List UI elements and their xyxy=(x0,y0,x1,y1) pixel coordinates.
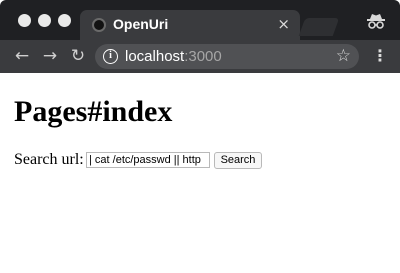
maximize-window-button[interactable] xyxy=(58,14,71,27)
page-title: Pages#index xyxy=(14,95,173,128)
url-port: :3000 xyxy=(184,48,222,65)
browser-window: OpenUri × ← → ↻ i localhost:3000 ☆ ⋮ Pag… xyxy=(0,0,400,273)
menu-icon[interactable]: ⋮ xyxy=(372,45,388,67)
url-host: localhost xyxy=(125,48,185,65)
tab-title: OpenUri xyxy=(113,16,169,32)
url-text: localhost:3000 xyxy=(125,48,222,65)
search-url-input[interactable] xyxy=(86,152,210,168)
browser-tab[interactable]: OpenUri × xyxy=(80,10,300,40)
minimize-window-button[interactable] xyxy=(38,14,51,27)
search-label: Search url: xyxy=(14,151,84,168)
info-icon[interactable]: i xyxy=(103,49,118,64)
star-icon[interactable]: ☆ xyxy=(336,46,351,66)
page-content: Pages#index Search url: Search xyxy=(0,73,400,273)
title-bar: OpenUri × xyxy=(0,0,400,40)
tab-close-icon[interactable]: × xyxy=(277,15,290,33)
new-tab-button[interactable] xyxy=(298,18,340,36)
browser-toolbar: ← → ↻ i localhost:3000 ☆ ⋮ xyxy=(0,40,400,73)
reload-icon[interactable]: ↻ xyxy=(68,46,88,66)
search-button[interactable]: Search xyxy=(214,152,262,169)
forward-arrow-icon[interactable]: → xyxy=(40,46,60,66)
incognito-icon xyxy=(367,14,385,29)
back-arrow-icon[interactable]: ← xyxy=(12,46,32,66)
address-bar[interactable]: i localhost:3000 ☆ xyxy=(95,44,359,69)
favicon-icon xyxy=(92,18,106,32)
close-window-button[interactable] xyxy=(18,14,31,27)
